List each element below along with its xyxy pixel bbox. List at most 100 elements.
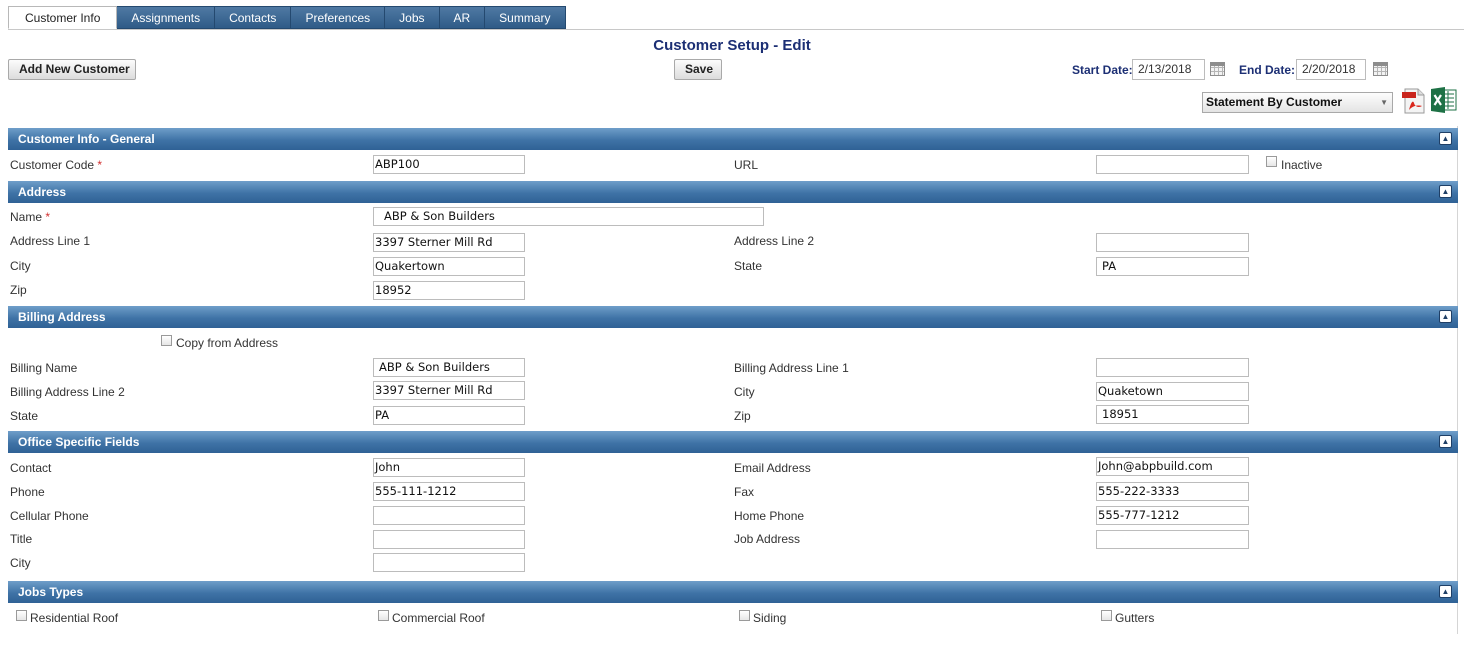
billing-name-input[interactable]: ABP & Son Builders [373,358,525,377]
section-title: Customer Info - General [18,132,155,146]
tab-contacts[interactable]: Contacts [215,6,292,29]
url-label: URL [734,158,759,172]
fax-input[interactable]: 555-222-3333 [1096,482,1249,501]
zip-input[interactable]: 18952 [373,281,525,300]
cellular-phone-input[interactable] [373,506,525,525]
tab-jobs[interactable]: Jobs [385,6,440,29]
commercial-roof-checkbox[interactable] [378,610,389,621]
copy-from-address-label: Copy from Address [176,336,279,350]
report-type-selected: Statement By Customer [1206,95,1343,109]
inactive-label: Inactive [1281,158,1323,172]
commercial-roof-label: Commercial Roof [392,611,485,625]
excel-export-icon[interactable] [1430,86,1458,114]
contact-input[interactable]: John [373,458,525,477]
title-label: Title [10,532,33,546]
section-header-billing[interactable]: Billing Address ▲ [8,306,1458,328]
tab-preferences[interactable]: Preferences [291,6,386,29]
job-address-label: Job Address [734,532,801,546]
title-input[interactable] [373,530,525,549]
collapse-icon[interactable]: ▲ [1439,132,1452,145]
residential-roof-label: Residential Roof [30,611,119,625]
end-date-label: End Date: [1239,63,1296,77]
end-date-calendar-icon[interactable] [1373,62,1388,76]
name-label-text: Name [10,210,43,224]
start-date-calendar-icon[interactable] [1210,62,1225,76]
section-header-office[interactable]: Office Specific Fields ▲ [8,431,1458,453]
save-button[interactable]: Save [674,59,722,80]
address-line-1-input[interactable]: 3397 Sterner Mill Rd [373,233,525,252]
required-marker: * [45,210,51,224]
city-label: City [10,259,31,273]
pdf-export-icon[interactable] [1401,88,1427,114]
billing-state-label: State [10,409,39,423]
billing-city-input[interactable]: Quaketown [1096,382,1249,401]
tab-bar: Customer Info Assignments Contacts Prefe… [8,6,566,29]
report-type-select[interactable]: Statement By Customer ▼ [1202,92,1393,113]
email-address-label: Email Address [734,461,811,475]
cellular-phone-label: Cellular Phone [10,509,89,523]
tab-ar[interactable]: AR [439,6,486,29]
section-title: Address [18,185,67,199]
job-address-input[interactable] [1096,530,1249,549]
billing-zip-input[interactable]: 18951 [1096,405,1249,424]
name-input[interactable]: ABP & Son Builders [373,207,764,226]
state-label: State [734,259,763,273]
city-input[interactable]: Quakertown [373,257,525,276]
email-address-input[interactable]: John@abpbuild.com [1096,457,1249,476]
siding-checkbox[interactable] [739,610,750,621]
zip-label: Zip [10,283,27,297]
customer-code-label-text: Customer Code [10,158,95,172]
billing-name-label: Billing Name [10,361,78,375]
tab-divider [8,29,1464,30]
contact-label: Contact [10,461,52,475]
chevron-down-icon: ▼ [1380,98,1388,107]
state-input[interactable]: PA [1096,257,1249,276]
section-header-jobs-types[interactable]: Jobs Types ▲ [8,581,1458,603]
add-new-customer-button[interactable]: Add New Customer [8,59,136,80]
billing-address-line-2-input[interactable]: 3397 Sterner Mill Rd [373,381,525,400]
home-phone-input[interactable]: 555-777-1212 [1096,506,1249,525]
gutters-checkbox[interactable] [1101,610,1112,621]
end-date-input[interactable]: 2/20/2018 [1296,59,1366,80]
billing-address-line-1-label: Billing Address Line 1 [734,361,849,375]
home-phone-label: Home Phone [734,509,805,523]
copy-from-address-checkbox[interactable] [161,335,172,346]
inactive-checkbox[interactable] [1266,156,1277,167]
url-input[interactable] [1096,155,1249,174]
billing-city-label: City [734,385,755,399]
start-date-input[interactable]: 2/13/2018 [1132,59,1205,80]
phone-label: Phone [10,485,45,499]
billing-zip-label: Zip [734,409,751,423]
office-city-label: City [10,556,31,570]
address-line-2-input[interactable] [1096,233,1249,252]
start-date-label: Start Date: [1072,63,1133,77]
required-marker: * [97,158,103,172]
tab-customer-info[interactable]: Customer Info [8,6,118,29]
section-header-address[interactable]: Address ▲ [8,181,1458,203]
gutters-label: Gutters [1115,611,1155,625]
collapse-icon[interactable]: ▲ [1439,585,1452,598]
collapse-icon[interactable]: ▲ [1439,185,1452,198]
residential-roof-checkbox[interactable] [16,610,27,621]
customer-code-label: Customer Code * [10,158,102,172]
billing-state-input[interactable]: PA [373,406,525,425]
address-line-2-label: Address Line 2 [734,234,815,248]
collapse-icon[interactable]: ▲ [1439,435,1452,448]
collapse-icon[interactable]: ▲ [1439,310,1452,323]
customer-code-input[interactable]: ABP100 [373,155,525,174]
section-title: Jobs Types [18,585,84,599]
section-title: Billing Address [18,310,106,324]
tab-assignments[interactable]: Assignments [117,6,216,29]
section-header-general[interactable]: Customer Info - General ▲ [8,128,1458,150]
name-label: Name * [10,210,50,224]
phone-input[interactable]: 555-111-1212 [373,482,525,501]
office-city-input[interactable] [373,553,525,572]
address-line-1-label: Address Line 1 [10,234,91,248]
billing-address-line-2-label: Billing Address Line 2 [10,385,125,399]
page-title: Customer Setup - Edit [653,37,811,54]
billing-address-line-1-input[interactable] [1096,358,1249,377]
section-title: Office Specific Fields [18,435,140,449]
fax-label: Fax [734,485,755,499]
tab-summary[interactable]: Summary [485,6,566,29]
siding-label: Siding [753,611,787,625]
